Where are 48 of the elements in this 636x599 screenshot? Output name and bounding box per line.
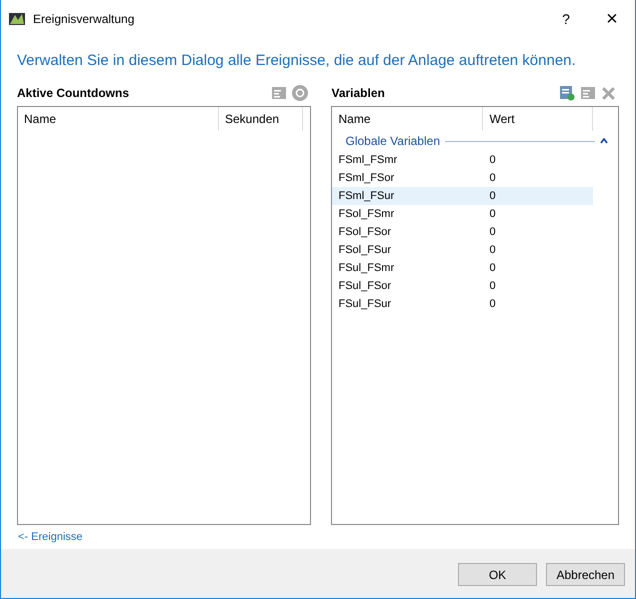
table-cell-text: FSul_FSor	[337, 278, 392, 294]
table-cell-text: FSol_FSur	[337, 242, 392, 258]
table-cell-text: 0	[488, 170, 497, 186]
table-row[interactable]: FSml_FSmr 0	[332, 151, 594, 169]
table-cell-text: 0	[488, 206, 497, 222]
table-cell-text: FSol_FSor	[337, 224, 392, 240]
table-row[interactable]: FSul_FSur 0	[332, 295, 594, 313]
table-cell-text: FSul_FSmr	[337, 260, 396, 276]
table-cell-text: 0	[488, 260, 497, 276]
table-cell-text: 0	[488, 224, 497, 240]
collapse-icon[interactable]	[600, 138, 608, 144]
dialog-button[interactable]: Abbrechen	[546, 563, 625, 586]
table-cell-text: FSml_FSur	[337, 188, 396, 204]
table-cell-text: 0	[488, 296, 497, 312]
table-cell-text: 0	[488, 242, 497, 258]
table-cell-text: FSml_FSor	[337, 170, 396, 186]
table-cell-text: FSol_FSmr	[337, 206, 396, 222]
app-icon	[9, 11, 25, 27]
events-link[interactable]: <- Ereignisse	[18, 528, 83, 546]
close-button[interactable]: ×	[589, 4, 635, 34]
column-header[interactable]: Sekunden	[219, 107, 303, 131]
window-title: Ereignisverwaltung	[33, 11, 134, 28]
table-cell-text: FSul_FSur	[337, 296, 392, 312]
panel-title: Variablen	[331, 85, 385, 102]
table-cell-text: FSml_FSmr	[337, 152, 398, 168]
table-row[interactable]: FSol_FSmr 0	[332, 205, 594, 223]
column-header[interactable]: Wert	[483, 107, 594, 131]
table-cell-text: 0	[488, 188, 497, 204]
add-list-icon[interactable]	[559, 85, 575, 101]
table-cell-text: 0	[488, 278, 497, 294]
table-row[interactable]: FSol_FSur 0	[332, 241, 594, 259]
group-header[interactable]: Globale Variablen	[345, 132, 440, 150]
table-row[interactable]: FSul_FSor 0	[332, 277, 594, 295]
list-icon[interactable]	[271, 85, 288, 101]
help-button[interactable]: ?	[543, 4, 589, 34]
table-row[interactable]: FSul_FSmr 0	[332, 259, 594, 277]
list-icon[interactable]	[580, 85, 596, 101]
dialog-button[interactable]: OK	[458, 563, 537, 586]
circle-icon[interactable]	[292, 85, 308, 101]
table-row[interactable]: FSml_FSur 0	[332, 187, 594, 205]
column-header[interactable]: Name	[332, 107, 484, 131]
intro-text: Verwalten Sie in diesem Dialog alle Ereignisse, die auf der Anlage auftreten können.	[17, 52, 576, 69]
table-row[interactable]: FSol_FSor 0	[332, 223, 594, 241]
close-icon[interactable]	[600, 84, 617, 102]
column-header[interactable]: Name	[18, 107, 219, 131]
table-cell-text: 0	[488, 152, 497, 168]
table-row[interactable]: FSml_FSor 0	[332, 169, 594, 187]
panel-title: Aktive Countdowns	[17, 85, 130, 102]
